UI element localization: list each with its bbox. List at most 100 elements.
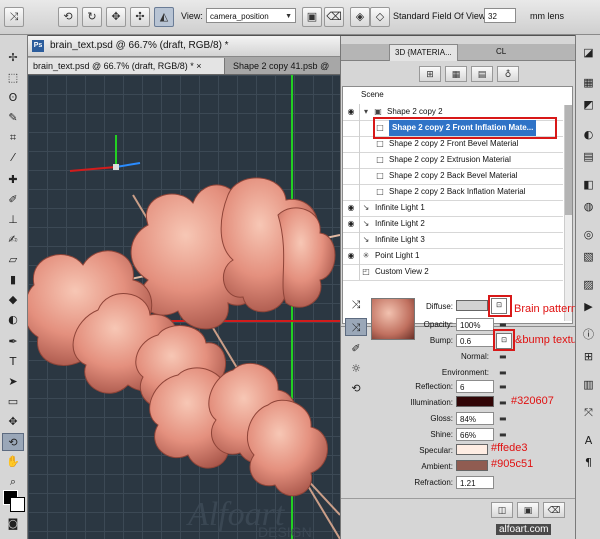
close-icon[interactable]: × <box>196 61 201 71</box>
filter-scene-icon[interactable]: ⊞ <box>419 66 441 82</box>
histogram-icon[interactable]: ▥ <box>579 375 598 394</box>
quick-selection-tool-icon[interactable]: ✎ <box>2 109 24 127</box>
swatches-icon[interactable]: ▦ <box>579 73 598 92</box>
illumination-swatch[interactable] <box>456 396 494 407</box>
scene-row[interactable]: ◉ ✳ Point Light 1 <box>343 248 563 265</box>
paths-icon[interactable]: ◎ <box>579 225 598 244</box>
tool-preset-picker[interactable]: ⤨ <box>4 7 24 27</box>
refraction-input[interactable]: 1.21 <box>456 476 494 489</box>
perspective-camera-icon[interactable]: ◈ <box>350 7 370 27</box>
gloss-input[interactable]: 84% <box>456 412 494 425</box>
ambient-swatch[interactable] <box>456 460 488 471</box>
visibility-eye-icon[interactable] <box>343 264 360 280</box>
channels-icon[interactable]: ◍ <box>579 197 598 216</box>
shine-input[interactable]: 66% <box>456 428 494 441</box>
zoom-camera-icon[interactable]: ◭ <box>154 7 174 27</box>
3d-camera-tool-icon[interactable]: ⟲ <box>2 433 24 451</box>
background-color-swatch[interactable] <box>10 497 25 512</box>
save-view-icon[interactable]: ▣ <box>302 7 322 27</box>
info-icon[interactable]: ⓘ <box>579 325 598 344</box>
tab-3d-materials[interactable]: 3D {MATERIA... <box>389 44 458 61</box>
healing-brush-tool-icon[interactable]: ✚ <box>2 171 24 189</box>
zoom-tool-icon[interactable]: ⌕ <box>2 473 24 491</box>
history-brush-tool-icon[interactable]: ✍ <box>2 231 24 249</box>
visibility-eye-icon[interactable]: ◉ <box>343 216 360 232</box>
canvas[interactable]: Alfoart DESIGN <box>28 75 340 539</box>
move-tool-icon[interactable]: ✢ <box>2 49 24 67</box>
path-selection-tool-icon[interactable]: ➤ <box>2 373 24 391</box>
shape-tool-icon[interactable]: ▭ <box>2 393 24 411</box>
visibility-eye-icon[interactable] <box>343 152 360 168</box>
scene-row[interactable]: ◉ ↘ Infinite Light 2 <box>343 216 563 233</box>
fov-input[interactable]: 32 <box>484 8 516 23</box>
delete-view-icon[interactable]: ⌫ <box>324 7 344 27</box>
rotate-camera-icon[interactable]: ⟲ <box>58 7 78 27</box>
view-select[interactable]: camera_position ▼ <box>206 8 296 23</box>
pan-camera-icon[interactable]: ✥ <box>106 7 126 27</box>
dodge-tool-icon[interactable]: ◐ <box>2 311 24 329</box>
bump-input[interactable]: 0.6 <box>456 334 494 347</box>
scene-row[interactable]: □ Shape 2 copy 2 Extrusion Material <box>343 152 563 169</box>
quick-mask-icon[interactable]: ◙ <box>2 515 24 533</box>
walk-camera-icon[interactable]: ✣ <box>130 7 150 27</box>
palette-icon[interactable]: ◪ <box>579 43 598 62</box>
masks-icon[interactable]: ▤ <box>579 147 598 166</box>
visibility-eye-icon[interactable] <box>343 232 360 248</box>
render-icon[interactable]: ◫ <box>491 502 513 518</box>
scene-row[interactable]: ↘ Infinite Light 3 <box>343 232 563 249</box>
material-select-tool-icon[interactable]: ⤨ <box>345 296 367 314</box>
marquee-tool-icon[interactable]: ⬚ <box>2 69 24 87</box>
history-icon[interactable]: ▨ <box>579 275 598 294</box>
visibility-eye-icon[interactable]: ◉ <box>343 248 360 264</box>
orthographic-camera-icon[interactable]: ◇ <box>370 7 390 27</box>
filter-lights-icon[interactable]: ♁ <box>497 66 519 82</box>
type-tool-icon[interactable]: T <box>2 353 24 371</box>
folder-icon[interactable]: ▬ <box>499 320 508 329</box>
shine-folder-icon[interactable]: ▬ <box>499 430 508 439</box>
pen-tool-icon[interactable]: ✒ <box>2 333 24 351</box>
roll-camera-icon[interactable]: ↻ <box>82 7 102 27</box>
gradient-tool-icon[interactable]: ▮ <box>2 271 24 289</box>
specular-swatch[interactable] <box>456 444 488 455</box>
scene-row[interactable]: □ Shape 2 copy 2 Back Bevel Material <box>343 168 563 185</box>
eyedropper-tool-icon[interactable]: ⁄ <box>2 149 24 167</box>
visibility-eye-icon[interactable] <box>343 136 360 152</box>
scene-row[interactable]: ◰ Custom View 2 <box>343 264 563 281</box>
illumination-folder-icon[interactable]: ▬ <box>499 398 508 407</box>
navigator-icon[interactable]: ⊞ <box>579 347 598 366</box>
filter-materials-icon[interactable]: ▤ <box>471 66 493 82</box>
eraser-tool-icon[interactable]: ▱ <box>2 251 24 269</box>
scene-row[interactable]: □ Shape 2 copy 2 Front Inflation Mate... <box>343 117 563 139</box>
brush-tool-icon[interactable]: ✐ <box>2 191 24 209</box>
hand-tool-icon[interactable]: ✋ <box>2 453 24 471</box>
scene-scrollbar[interactable] <box>564 105 572 321</box>
visibility-eye-icon[interactable]: ◉ <box>343 104 360 120</box>
tab-clone[interactable]: CL <box>491 44 511 60</box>
adjustments-icon[interactable]: ◐ <box>579 125 598 144</box>
layers-icon[interactable]: ◧ <box>579 175 598 194</box>
delete-icon[interactable]: ⌫ <box>543 502 565 518</box>
3d-panel-icon[interactable]: ▧ <box>579 247 598 266</box>
scene-row[interactable]: ◉ ↘ Infinite Light 1 <box>343 200 563 217</box>
filter-meshes-icon[interactable]: ▦ <box>445 66 467 82</box>
opacity-input[interactable]: 100% <box>456 318 494 331</box>
scene-row[interactable]: □ Shape 2 copy 2 Front Bevel Material <box>343 136 563 153</box>
diffuse-swatch[interactable] <box>456 300 488 311</box>
character-icon[interactable]: A <box>579 431 598 450</box>
light-tool-icon[interactable]: ☼ <box>345 360 367 378</box>
tab-shape-psb[interactable]: Shape 2 copy 41.psb @ <box>228 58 346 74</box>
lasso-tool-icon[interactable]: ʘ <box>2 89 24 107</box>
actions-icon[interactable]: ▶ <box>579 297 598 316</box>
clone-stamp-tool-icon[interactable]: ⊥ <box>2 211 24 229</box>
new-item-icon[interactable]: ▣ <box>517 502 539 518</box>
environment-folder-icon[interactable]: ▬ <box>499 368 508 377</box>
gloss-folder-icon[interactable]: ▬ <box>499 414 508 423</box>
tab-brain-text[interactable]: brain_text.psd @ 66.7% (draft, RGB/8) * … <box>28 58 225 74</box>
visibility-eye-icon[interactable] <box>343 184 360 200</box>
expand-triangle-icon[interactable]: ▾ <box>361 107 371 117</box>
visibility-eye-icon[interactable] <box>343 120 360 136</box>
scene-row[interactable]: □ Shape 2 copy 2 Back Inflation Material <box>343 184 563 201</box>
document-title-bar[interactable]: Ps brain_text.psd @ 66.7% (draft, RGB/8)… <box>28 36 340 57</box>
light-rotate-tool-icon[interactable]: ⟲ <box>345 380 367 398</box>
material-paint-tool-icon[interactable]: ✐ <box>345 340 367 358</box>
